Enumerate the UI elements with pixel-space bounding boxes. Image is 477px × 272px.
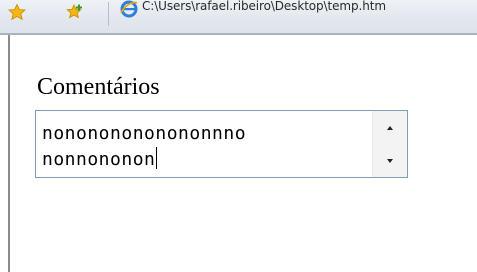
text-caret: [156, 147, 158, 169]
browser-toolbar: C:\Users\rafael.ribeiro\Desktop\temp.htm: [0, 0, 477, 35]
scroll-down-button[interactable]: [373, 144, 407, 177]
textarea-content: nonononononononnno nonnononon: [42, 121, 367, 173]
chevron-down-icon: [387, 158, 393, 163]
internet-explorer-icon: [120, 0, 138, 18]
comments-textarea[interactable]: nonononononononnno nonnononon: [35, 110, 408, 178]
textarea-line-2: nonnononon: [42, 149, 156, 170]
comments-label: Comentários: [37, 74, 160, 100]
favorites-star-icon[interactable]: [8, 4, 26, 20]
scroll-up-button[interactable]: [373, 111, 407, 144]
browser-tab[interactable]: C:\Users\rafael.ribeiro\Desktop\temp.htm: [112, 0, 477, 26]
tab-title: C:\Users\rafael.ribeiro\Desktop\temp.htm: [142, 0, 386, 13]
textarea-line-1: nonononononononnno: [42, 123, 247, 144]
add-to-favorites-icon[interactable]: [66, 4, 84, 20]
page-border: [8, 35, 10, 272]
chevron-up-icon: [387, 125, 393, 130]
textarea-scrollbar[interactable]: [372, 111, 407, 177]
tab-separator: [108, 2, 109, 26]
